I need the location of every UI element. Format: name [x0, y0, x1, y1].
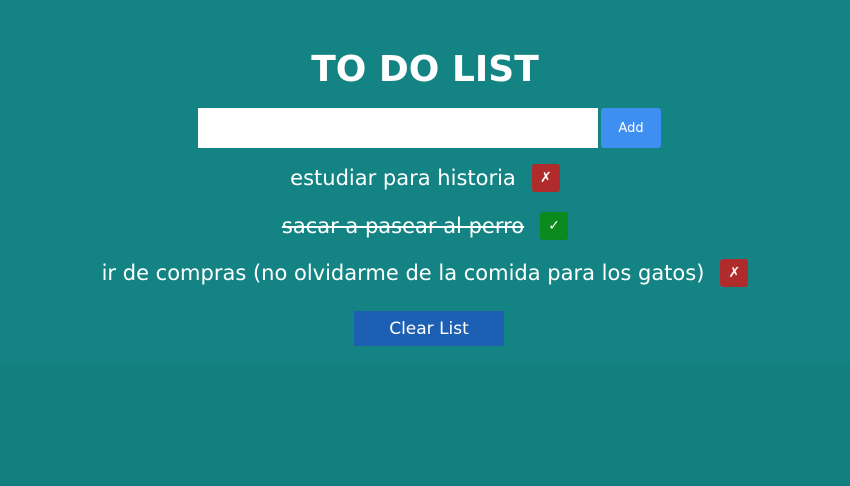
todo-item: estudiar para historia ✗ — [0, 163, 850, 193]
todo-item-text: estudiar para historia — [290, 166, 516, 190]
todo-item-text: ir de compras (no olvidarme de la comida… — [101, 261, 705, 285]
page-background — [0, 365, 850, 486]
cross-icon[interactable]: ✗ — [720, 259, 749, 287]
todo-item: sacar a pasear al perro ✓ — [0, 211, 850, 241]
clear-list-button[interactable]: Clear List — [354, 311, 504, 346]
todo-item: ir de compras (no olvidarme de la comida… — [0, 258, 850, 288]
todo-item-text: sacar a pasear al perro — [281, 214, 525, 238]
checkmark-icon[interactable]: ✓ — [540, 212, 569, 240]
page-title: TO DO LIST — [311, 49, 539, 90]
cross-icon[interactable]: ✗ — [531, 164, 560, 192]
todo-input[interactable] — [198, 108, 598, 148]
todo-panel: TO DO LIST Add estudiar para historia ✗ … — [0, 0, 850, 365]
add-button[interactable]: Add — [601, 108, 661, 148]
